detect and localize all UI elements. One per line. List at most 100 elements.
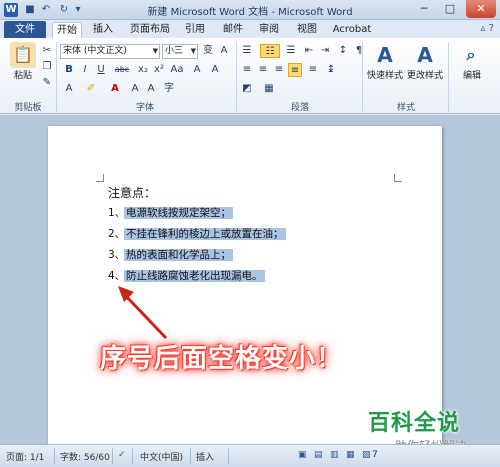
document-area: 注意点： 1、电源软线按规定架空； 2、不挂在锋利的棱边上或放置在油； 3、热的… xyxy=(0,115,500,456)
tab-view[interactable]: 视图 xyxy=(292,22,322,38)
status-divider xyxy=(54,448,55,464)
font-size-value: 小三 xyxy=(165,46,184,56)
zoom-level[interactable]: 7 xyxy=(372,450,382,460)
margin-marker xyxy=(96,174,104,182)
bold-button[interactable]: B xyxy=(62,63,76,77)
word-count[interactable]: 字数: 56/60 xyxy=(60,450,110,463)
tab-mailings[interactable]: 邮件 xyxy=(218,22,248,38)
annotation-arrow-icon xyxy=(118,286,168,340)
status-divider xyxy=(112,448,113,464)
cut-icon[interactable]: ✂ xyxy=(40,44,54,58)
draft-view-icon[interactable]: ▧ xyxy=(362,450,371,460)
numbering-icon[interactable]: ☷ xyxy=(260,44,280,58)
paste-icon[interactable]: 📋 xyxy=(10,42,36,68)
character-border-icon[interactable]: A xyxy=(217,44,231,58)
multilevel-list-icon[interactable]: ☰ xyxy=(284,44,298,58)
grow-font-icon[interactable]: A xyxy=(128,82,142,96)
list-item[interactable]: 3、热的表面和化学品上； xyxy=(108,246,233,264)
insert-mode-indicator[interactable]: 插入 xyxy=(196,450,214,463)
distributed-icon[interactable]: ≡ xyxy=(306,63,320,77)
format-painter-icon[interactable]: ✎ xyxy=(40,76,54,90)
sort-icon[interactable]: ↕ xyxy=(336,44,350,58)
underline-button[interactable]: U xyxy=(94,63,108,77)
align-center-icon[interactable]: ≡ xyxy=(256,63,270,77)
editing-icon[interactable]: ⌕ xyxy=(458,42,484,68)
shading-icon[interactable]: ◩ xyxy=(240,82,254,96)
group-divider xyxy=(362,42,363,112)
paragraph-group-label: 段落 xyxy=(290,103,309,113)
italic-button[interactable]: I xyxy=(78,63,92,77)
enclose-characters-icon[interactable]: 字 xyxy=(162,82,176,96)
help-icon[interactable]: ▵ ? xyxy=(480,23,494,34)
tab-references[interactable]: 引用 xyxy=(180,22,210,38)
close-button[interactable]: ✕ xyxy=(466,0,496,18)
align-right-icon[interactable]: ≡ xyxy=(272,63,286,77)
tab-page-layout[interactable]: 页面布局 xyxy=(126,22,174,38)
bullets-icon[interactable]: ☰ xyxy=(240,44,254,58)
change-case-icon[interactable]: Aa xyxy=(170,63,184,77)
proofing-icon[interactable]: ✓ xyxy=(118,450,126,460)
status-divider xyxy=(132,448,133,464)
chevron-down-icon: ▼ xyxy=(152,47,158,55)
paste-button[interactable]: 粘贴 xyxy=(8,70,38,83)
quick-styles-button[interactable]: 快速样式 xyxy=(364,70,406,83)
annotation-text: 序号后面空格变小！ xyxy=(100,344,344,374)
status-bar: 页面: 1/1 字数: 56/60 ✓ 中文(中国) 插入 ▣ ▤ ▥ ▦ ▧ … xyxy=(0,444,500,467)
list-item[interactable]: 1、电源软线按规定架空； xyxy=(108,204,233,222)
show-marks-icon[interactable]: ¶ xyxy=(352,44,366,58)
editing-button[interactable]: 编辑 xyxy=(452,70,492,83)
margin-marker xyxy=(394,174,402,182)
justify-icon[interactable]: ≡ xyxy=(288,63,302,77)
strikethrough-button[interactable]: abc xyxy=(112,63,132,77)
document-heading: 注意点： xyxy=(108,186,157,200)
status-divider xyxy=(190,448,191,464)
quick-styles-icon[interactable]: A xyxy=(372,42,398,68)
list-text: 电源软线按规定架空； xyxy=(124,207,233,219)
list-item[interactable]: 2、不挂在锋利的棱边上或放置在油； xyxy=(108,225,286,243)
minimize-button[interactable]: ─ xyxy=(412,0,436,18)
font-group-label: 字体 xyxy=(135,103,154,113)
text-effects-icon[interactable]: A xyxy=(62,82,76,96)
print-layout-view-icon[interactable]: ▣ xyxy=(298,450,307,460)
tab-home[interactable]: 开始 xyxy=(52,22,82,38)
tab-file[interactable]: 文件 xyxy=(4,21,46,38)
web-layout-icon[interactable]: ▥ xyxy=(330,450,339,460)
chevron-down-icon: ▼ xyxy=(190,47,196,55)
font-size-select[interactable]: 小三 ▼ xyxy=(162,44,198,59)
change-styles-button[interactable]: 更改样式 xyxy=(404,70,446,83)
decrease-indent-icon[interactable]: ⇤ xyxy=(302,44,316,58)
subscript-button[interactable]: x₂ xyxy=(136,63,150,77)
align-left-icon[interactable]: ≡ xyxy=(240,63,254,77)
group-divider xyxy=(448,42,449,112)
list-number: 1、 xyxy=(108,207,126,219)
list-text: 不挂在锋利的棱边上或放置在油； xyxy=(124,228,286,240)
list-number: 2、 xyxy=(108,228,126,240)
copy-icon[interactable]: ❐ xyxy=(40,60,54,74)
font-name-select[interactable]: 宋体 (中文正文) ▼ xyxy=(60,44,160,59)
line-spacing-icon[interactable]: ↨ xyxy=(324,63,338,77)
title-bar: W ■ ↶ ↻ ▾ 新建 Microsoft Word 文档 - Microso… xyxy=(0,0,500,20)
watermark-title: 百科全说 xyxy=(368,411,461,436)
clear-formatting-icon[interactable]: A xyxy=(190,63,204,77)
group-divider xyxy=(56,42,57,112)
maximize-button[interactable]: □ xyxy=(438,0,462,18)
font-color-button[interactable]: A xyxy=(108,82,122,96)
phonetic-guide-icon[interactable]: 变 xyxy=(201,44,215,58)
outline-view-icon[interactable]: ▦ xyxy=(346,450,355,460)
highlight-color-icon[interactable]: ✐ xyxy=(84,82,98,96)
language-indicator[interactable]: 中文(中国) xyxy=(140,450,183,463)
character-shading-icon[interactable]: A xyxy=(208,63,222,77)
full-screen-reading-icon[interactable]: ▤ xyxy=(314,450,323,460)
tab-review[interactable]: 审阅 xyxy=(254,22,284,38)
styles-group-label: 样式 xyxy=(396,103,415,113)
borders-icon[interactable]: ▦ xyxy=(262,82,276,96)
group-divider xyxy=(236,42,237,112)
tab-acrobat[interactable]: Acrobat xyxy=(330,22,374,38)
tab-insert[interactable]: 插入 xyxy=(88,22,118,38)
shrink-font-icon[interactable]: A xyxy=(144,82,158,96)
status-divider xyxy=(228,448,229,464)
superscript-button[interactable]: x² xyxy=(152,63,166,77)
increase-indent-icon[interactable]: ⇥ xyxy=(318,44,332,58)
change-styles-icon[interactable]: A xyxy=(412,42,438,68)
page-count[interactable]: 页面: 1/1 xyxy=(6,450,44,463)
